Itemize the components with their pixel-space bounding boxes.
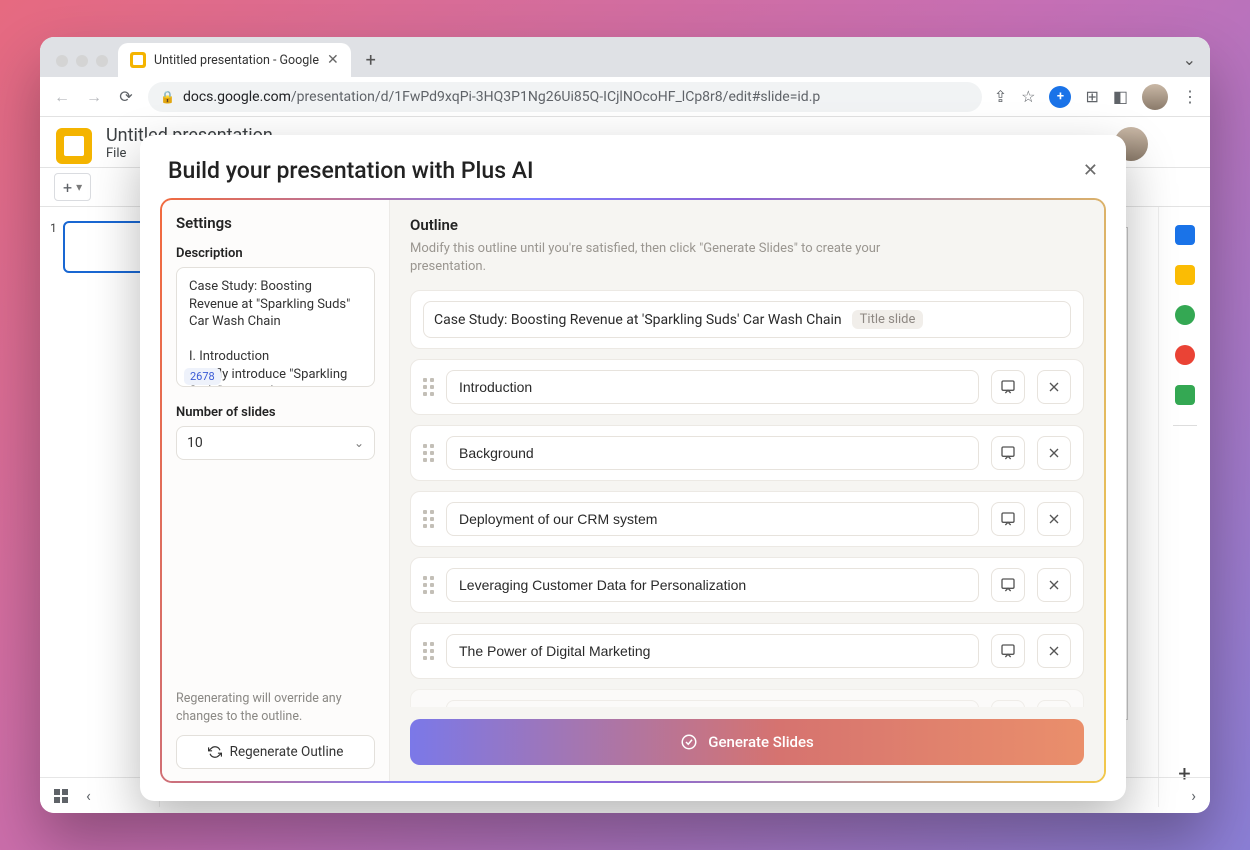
outline-item-input[interactable] [446, 700, 979, 707]
outline-panel: Outline Modify this outline until you're… [390, 200, 1104, 781]
delete-item-icon[interactable] [1037, 502, 1071, 536]
title-slide-text: Case Study: Boosting Revenue at 'Sparkli… [434, 312, 842, 328]
filmstrip-next-icon[interactable]: › [1191, 786, 1196, 805]
back-icon[interactable]: ← [52, 87, 72, 107]
maps-icon[interactable] [1175, 385, 1195, 405]
keep-icon[interactable] [1175, 265, 1195, 285]
outline-item-input[interactable] [446, 568, 979, 602]
outline-subheading: Modify this outline until you're satisfi… [410, 240, 930, 276]
new-slide-button[interactable]: + ▾ [54, 173, 91, 201]
contacts-icon[interactable] [1175, 345, 1195, 365]
slides-count-value: 10 [187, 435, 203, 451]
title-slide-badge: Title slide [852, 310, 924, 329]
profile-avatar[interactable] [1142, 84, 1168, 110]
share-icon[interactable]: ⇪ [994, 87, 1007, 106]
refresh-icon [208, 745, 222, 759]
regenerate-outline-button[interactable]: Regenerate Outline [176, 735, 375, 769]
layout-icon[interactable] [991, 370, 1025, 404]
slides-count-select[interactable]: 10 ⌄ [176, 426, 375, 460]
outline-item-input[interactable] [446, 436, 979, 470]
outline-item [410, 425, 1084, 481]
drag-handle-icon[interactable] [423, 444, 434, 462]
new-tab-button[interactable]: + [357, 46, 385, 74]
tab-strip: Untitled presentation - Google ✕ + ⌄ [40, 37, 1210, 77]
layout-icon[interactable] [991, 634, 1025, 668]
close-tab-icon[interactable]: ✕ [327, 52, 339, 68]
maximize-window-icon[interactable] [96, 55, 108, 67]
browser-toolbar: ← → ⟳ 🔒 docs.google.com/presentation/d/1… [40, 77, 1210, 117]
window-controls[interactable] [56, 55, 108, 67]
plus-ai-modal: Build your presentation with Plus AI ✕ S… [140, 135, 1126, 801]
filmstrip-prev-icon[interactable]: ‹ [86, 786, 91, 805]
regenerate-note: Regenerating will override any changes t… [176, 690, 375, 725]
forward-icon[interactable]: → [84, 87, 104, 107]
plus-extension-icon[interactable]: + [1049, 86, 1071, 108]
thumbnail-number: 1 [50, 221, 57, 273]
slides-count-label: Number of slides [176, 405, 375, 420]
settings-heading: Settings [176, 214, 375, 232]
minimize-window-icon[interactable] [76, 55, 88, 67]
generate-slides-label: Generate Slides [708, 733, 813, 751]
delete-item-icon[interactable] [1037, 568, 1071, 602]
slide-thumbnail[interactable] [63, 221, 149, 273]
description-label: Description [176, 246, 375, 261]
title-slide-card: Case Study: Boosting Revenue at 'Sparkli… [410, 290, 1084, 349]
bookmark-icon[interactable]: ☆ [1021, 87, 1035, 106]
regenerate-outline-label: Regenerate Outline [230, 743, 344, 762]
outline-item-input[interactable] [446, 634, 979, 668]
outline-item [410, 491, 1084, 547]
delete-item-icon[interactable] [1037, 436, 1071, 470]
close-icon[interactable]: ✕ [1083, 160, 1098, 181]
delete-item-icon[interactable] [1037, 634, 1071, 668]
slides-app: Untitled presentation File + ▾ 1 [40, 117, 1210, 813]
outline-item [410, 359, 1084, 415]
browser-tab[interactable]: Untitled presentation - Google ✕ [118, 43, 351, 77]
outline-item-input[interactable] [446, 370, 979, 404]
grid-view-icon[interactable] [54, 789, 68, 803]
side-panel: + [1158, 207, 1210, 807]
toolbar-right: ⇪ ☆ + ⊞ ◧ ⋮ [994, 84, 1198, 110]
url-path: /presentation/d/1FwPd9xqPi-3HQ3P1Ng26Ui8… [291, 89, 820, 105]
browser-window: Untitled presentation - Google ✕ + ⌄ ← →… [40, 37, 1210, 813]
slides-logo-icon[interactable] [56, 128, 92, 164]
tab-title: Untitled presentation - Google [154, 53, 319, 68]
delete-item-icon[interactable] [1037, 700, 1071, 707]
address-bar[interactable]: 🔒 docs.google.com/presentation/d/1FwPd9x… [148, 82, 982, 112]
kebab-menu-icon[interactable]: ⋮ [1182, 87, 1198, 106]
drag-handle-icon[interactable] [423, 510, 434, 528]
reload-icon[interactable]: ⟳ [116, 87, 136, 106]
tab-overflow-icon[interactable]: ⌄ [1183, 50, 1196, 69]
chevron-down-icon: ⌄ [354, 436, 364, 450]
layout-icon[interactable] [991, 436, 1025, 470]
drag-handle-icon[interactable] [423, 576, 434, 594]
layout-icon[interactable] [991, 502, 1025, 536]
outline-item [410, 623, 1084, 679]
outline-item [410, 557, 1084, 613]
layout-icon[interactable] [991, 568, 1025, 602]
url-host: docs.google.com [183, 89, 291, 105]
outline-list: Case Study: Boosting Revenue at 'Sparkli… [390, 290, 1104, 707]
close-window-icon[interactable] [56, 55, 68, 67]
drag-handle-icon[interactable] [423, 642, 434, 660]
outline-item-partial [410, 689, 1084, 707]
outline-item-input[interactable] [446, 502, 979, 536]
lock-icon: 🔒 [160, 90, 175, 104]
extensions-icon[interactable]: ⊞ [1085, 87, 1098, 106]
outline-heading: Outline [410, 216, 1084, 234]
settings-panel: Settings Description 2678 Number of slid… [162, 200, 390, 781]
check-circle-icon [680, 733, 698, 751]
side-panel-icon[interactable]: ◧ [1113, 87, 1128, 106]
layout-icon[interactable] [991, 700, 1025, 707]
slides-favicon-icon [130, 52, 146, 68]
tasks-icon[interactable] [1175, 305, 1195, 325]
delete-item-icon[interactable] [1037, 370, 1071, 404]
menu-file[interactable]: File [106, 146, 126, 161]
modal-title: Build your presentation with Plus AI [168, 157, 534, 184]
drag-handle-icon[interactable] [423, 378, 434, 396]
char-count-badge: 2678 [184, 368, 221, 385]
generate-slides-button[interactable]: Generate Slides [410, 719, 1084, 765]
calendar-icon[interactable] [1175, 225, 1195, 245]
title-slide-input[interactable]: Case Study: Boosting Revenue at 'Sparkli… [423, 301, 1071, 338]
